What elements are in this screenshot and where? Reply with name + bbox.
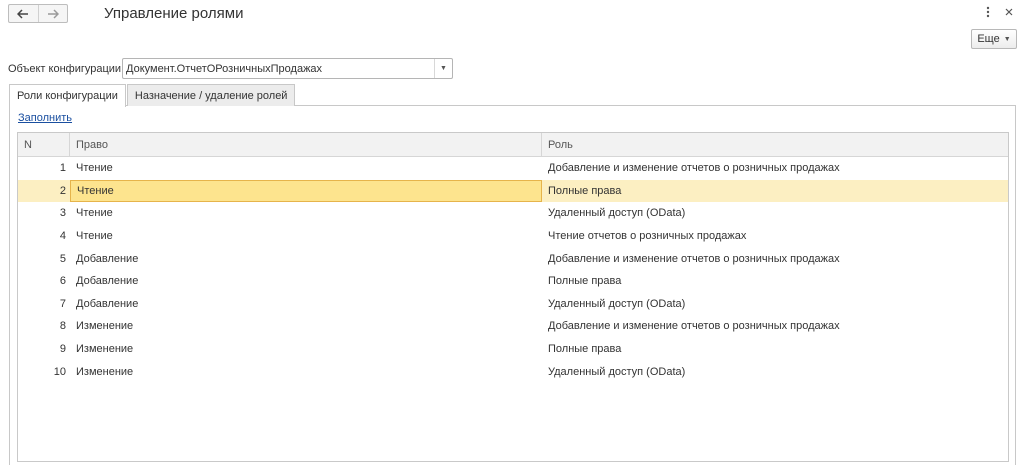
tab-configuration-roles[interactable]: Роли конфигурации: [9, 84, 126, 107]
window-menu-button[interactable]: [983, 6, 993, 18]
cell-n[interactable]: 5: [18, 247, 70, 270]
cell-n[interactable]: 3: [18, 202, 70, 225]
table-row[interactable]: 3 Чтение Удаленный доступ (OData): [18, 202, 1008, 225]
cell-role[interactable]: Чтение отчетов о розничных продажах: [542, 225, 1008, 248]
back-button[interactable]: [9, 5, 38, 22]
close-icon: [1005, 8, 1013, 16]
cell-role[interactable]: Удаленный доступ (OData): [542, 293, 1008, 316]
arrow-right-icon: [47, 8, 59, 19]
fill-link[interactable]: Заполнить: [18, 112, 72, 124]
cell-n[interactable]: 8: [18, 315, 70, 338]
close-button[interactable]: [1004, 6, 1014, 18]
cell-right[interactable]: Добавление: [70, 293, 542, 316]
cell-right[interactable]: Изменение: [70, 338, 542, 361]
object-select-value: Документ.ОтчетОРозничныхПродажах: [126, 62, 323, 75]
cell-role[interactable]: Добавление и изменение отчетов о розничн…: [542, 157, 1008, 180]
forward-button[interactable]: [37, 5, 68, 22]
cell-n[interactable]: 9: [18, 338, 70, 361]
cell-right[interactable]: Добавление: [70, 247, 542, 270]
table-row[interactable]: 4 Чтение Чтение отчетов о розничных продаж…: [18, 225, 1008, 248]
cell-n[interactable]: 2: [18, 180, 70, 203]
object-label: Объект конфигурации:: [8, 63, 125, 75]
navigation-buttons: [8, 4, 68, 23]
cell-right[interactable]: Изменение: [70, 315, 542, 338]
cell-role[interactable]: Полные права: [542, 270, 1008, 293]
more-button[interactable]: Еще ▼: [971, 29, 1017, 49]
object-select[interactable]: Документ.ОтчетОРозничныхПродажах ▼: [122, 58, 453, 79]
cell-n[interactable]: 6: [18, 270, 70, 293]
arrow-left-icon: [17, 8, 29, 19]
table-row[interactable]: 5 Добавление Добавление и изменение отчето…: [18, 247, 1008, 270]
table-row[interactable]: 10 Изменение Удаленный доступ (OData): [18, 360, 1008, 383]
window-title: Управление ролями: [104, 5, 244, 22]
tab-assign-remove-roles[interactable]: Назначение / удаление ролей: [126, 84, 296, 106]
cell-n[interactable]: 4: [18, 225, 70, 248]
table-row[interactable]: 8 Изменение Добавление и изменение отчетов…: [18, 315, 1008, 338]
table-header: N Право Роль: [18, 133, 1008, 157]
chevron-down-icon: ▼: [1003, 35, 1011, 43]
tab-bar: Роли конфигурации Назначение / удаление …: [9, 84, 296, 107]
cell-role[interactable]: Удаленный доступ (OData): [542, 360, 1008, 383]
cell-role[interactable]: Полные права: [542, 180, 1008, 203]
column-header-right[interactable]: Право: [70, 133, 542, 156]
cell-right[interactable]: Чтение: [70, 225, 542, 248]
dropdown-icon[interactable]: ▼: [434, 59, 452, 78]
more-vertical-icon: [986, 6, 990, 18]
cell-right[interactable]: Чтение: [70, 157, 542, 180]
table-row[interactable]: 7 Добавление Удаленный доступ (OData): [18, 293, 1008, 316]
cell-right[interactable]: Добавление: [70, 270, 542, 293]
cell-role[interactable]: Удаленный доступ (OData): [542, 202, 1008, 225]
column-header-n[interactable]: N: [18, 133, 70, 156]
cell-role[interactable]: Добавление и изменение отчетов о розничн…: [542, 315, 1008, 338]
cell-role[interactable]: Добавление и изменение отчетов о розничн…: [542, 247, 1008, 270]
cell-right[interactable]: Изменение: [70, 360, 542, 383]
more-button-label: Еще: [977, 33, 1000, 45]
cell-n[interactable]: 10: [18, 360, 70, 383]
cell-n[interactable]: 7: [18, 293, 70, 316]
table-row[interactable]: 2 Чтение Полные права: [18, 179, 1008, 203]
cell-right[interactable]: Чтение: [70, 202, 542, 225]
column-header-role[interactable]: Роль: [542, 133, 1008, 156]
roles-table[interactable]: N Право Роль 1 Чтение Добавление и изменен…: [17, 132, 1009, 462]
cell-role[interactable]: Полные права: [542, 338, 1008, 361]
table-body: 1 Чтение Добавление и изменение отчетов о …: [18, 157, 1008, 383]
cell-right[interactable]: Чтение: [70, 179, 542, 203]
table-row[interactable]: 9 Изменение Полные права: [18, 338, 1008, 361]
table-row[interactable]: 6 Добавление Полные права: [18, 270, 1008, 293]
cell-n[interactable]: 1: [18, 157, 70, 180]
table-row[interactable]: 1 Чтение Добавление и изменение отчетов о …: [18, 157, 1008, 180]
